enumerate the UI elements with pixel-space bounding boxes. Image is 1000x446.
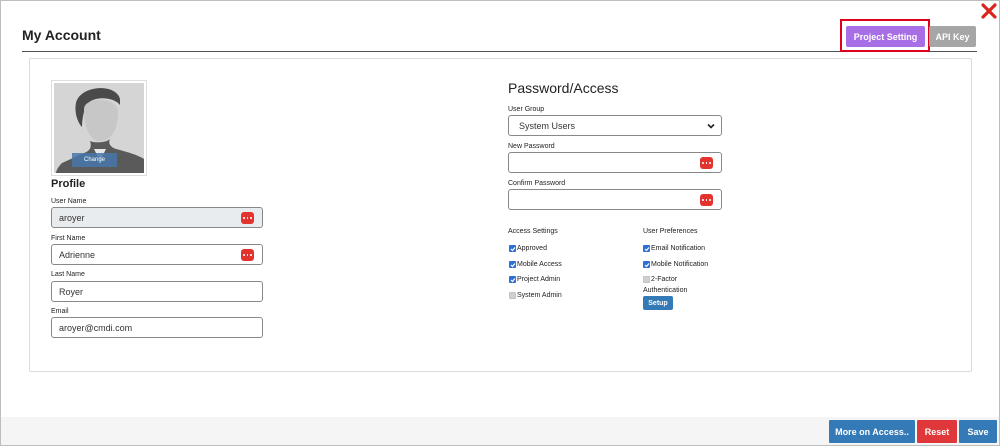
user-group-value: System Users [519, 120, 576, 131]
user-preferences-heading: User Preferences [643, 228, 698, 235]
mobile-access-checkbox[interactable]: Mobile Access [509, 261, 562, 268]
new-password-label: New Password [508, 143, 555, 150]
more-options-icon[interactable] [241, 249, 254, 261]
access-settings-heading: Access Settings [508, 228, 558, 235]
api-key-button[interactable]: API Key [929, 26, 976, 47]
change-photo-button[interactable]: Change [72, 153, 117, 167]
user-name-label: User Name [51, 198, 87, 205]
reset-button[interactable]: Reset [917, 420, 957, 443]
last-name-field[interactable]: Royer [51, 281, 263, 302]
password-access-heading: Password/Access [508, 80, 619, 96]
title-divider [22, 51, 977, 52]
approved-checkbox[interactable]: Approved [509, 245, 547, 252]
more-options-icon[interactable] [700, 194, 713, 206]
more-on-access-button[interactable]: More on Access.. [829, 420, 915, 443]
mobile-notification-checkbox[interactable]: Mobile Notification [643, 261, 708, 268]
checkbox-disabled-icon[interactable] [643, 276, 650, 283]
first-name-field[interactable]: Adrienne [51, 244, 263, 265]
more-options-icon[interactable] [241, 212, 254, 224]
user-group-label: User Group [508, 106, 545, 113]
email-notification-checkbox[interactable]: Email Notification [643, 245, 705, 252]
system-admin-label: System Admin [517, 292, 562, 299]
two-factor-label: 2-Factor [651, 276, 678, 283]
page-title: My Account [22, 27, 101, 43]
two-factor-setup-button[interactable]: Setup [643, 296, 673, 310]
confirm-password-field[interactable] [508, 189, 722, 210]
two-factor-checkbox[interactable]: 2-Factor [643, 276, 677, 283]
email-value: aroyer@cmdi.com [59, 322, 133, 333]
close-icon[interactable] [981, 3, 997, 19]
mobile-notification-label: Mobile Notification [651, 261, 709, 268]
more-options-icon[interactable] [700, 157, 713, 169]
user-name-field[interactable]: aroyer [51, 207, 263, 228]
checkbox-checked-icon[interactable] [509, 245, 516, 252]
email-field[interactable]: aroyer@cmdi.com [51, 317, 263, 338]
two-factor-label-suffix: Authentication [643, 287, 688, 294]
email-label: Email [51, 308, 69, 315]
checkbox-checked-icon[interactable] [643, 261, 650, 268]
confirm-password-label: Confirm Password [508, 180, 566, 187]
checkbox-checked-icon[interactable] [509, 261, 516, 268]
checkbox-checked-icon[interactable] [643, 245, 650, 252]
email-notification-label: Email Notification [651, 245, 706, 252]
project-admin-checkbox[interactable]: Project Admin [509, 276, 560, 283]
user-group-select[interactable]: System Users [508, 115, 722, 136]
last-name-label: Last Name [51, 271, 85, 278]
checkbox-disabled-icon[interactable] [509, 292, 516, 299]
chevron-down-icon [707, 123, 715, 129]
avatar-placeholder: Change [54, 83, 144, 173]
first-name-label: First Name [51, 235, 86, 242]
project-setting-button[interactable]: Project Setting [846, 26, 925, 47]
profile-heading: Profile [51, 178, 86, 190]
new-password-field[interactable] [508, 152, 722, 173]
user-name-value: aroyer [59, 212, 85, 223]
system-admin-checkbox[interactable]: System Admin [509, 292, 562, 299]
save-button[interactable]: Save [959, 420, 997, 443]
checkbox-checked-icon[interactable] [509, 276, 516, 283]
mobile-access-label: Mobile Access [517, 261, 562, 268]
last-name-value: Royer [59, 286, 84, 297]
approved-label: Approved [517, 245, 547, 252]
project-admin-label: Project Admin [517, 276, 561, 283]
avatar: Change [51, 80, 147, 176]
first-name-value: Adrienne [59, 249, 96, 260]
